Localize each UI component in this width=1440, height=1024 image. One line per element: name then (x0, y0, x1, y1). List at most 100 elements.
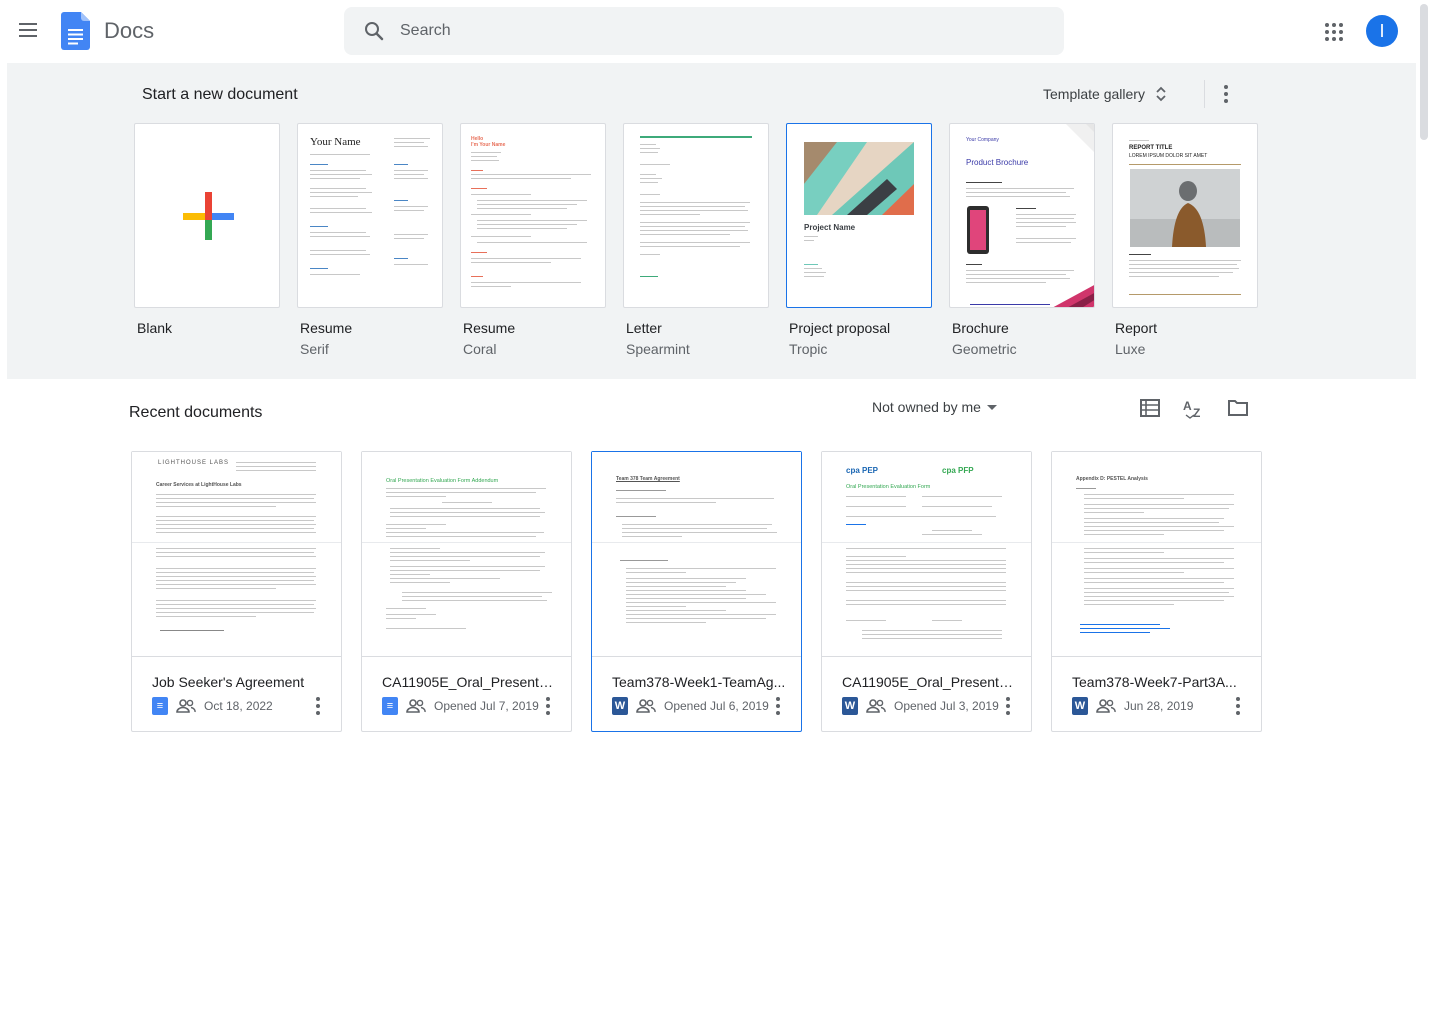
start-new-doc-title: Start a new document (142, 86, 298, 103)
template-thumbnail[interactable] (623, 123, 769, 308)
shared-people-icon (866, 699, 886, 713)
app-title[interactable]: Docs (104, 18, 154, 44)
template-thumbnail[interactable]: Hello I'm Your Name (460, 123, 606, 308)
word-file-icon: W (842, 697, 858, 715)
template-gallery-label: Template gallery (1043, 86, 1145, 102)
doc-date: Opened Jul 7, 2019 (434, 699, 539, 713)
doc-preview: Oral Presentation Evaluation Form Addend… (362, 452, 571, 657)
doc-date: Jun 28, 2019 (1124, 699, 1194, 713)
template-subtitle (137, 341, 280, 358)
template-panel: Start a new document Template gallery Bl… (7, 63, 1416, 379)
google-doc-file-icon: ≡ (382, 697, 398, 715)
template-name: Brochure (952, 320, 1009, 336)
template-subtitle: Luxe (1115, 341, 1146, 357)
recent-doc-card[interactable]: cpa PEP cpa PFP Oral Presentation Evalua… (821, 451, 1032, 732)
recent-doc-card[interactable]: Appendix D: PESTEL Analysis Team378-Week… (1051, 451, 1262, 732)
page-scrollbar[interactable] (1420, 4, 1428, 140)
report-photo (1130, 169, 1240, 247)
tropic-artwork (804, 142, 914, 215)
doc-meta: W Opened Jul 3, 2019 (842, 697, 999, 715)
template-name: Resume (300, 320, 353, 336)
doc-meta: ≡ Oct 18, 2022 (152, 697, 273, 715)
template-subtitle: Coral (463, 341, 497, 357)
doc-preview: Appendix D: PESTEL Analysis (1052, 452, 1261, 657)
recent-doc-card[interactable]: Oral Presentation Evaluation Form Addend… (361, 451, 572, 732)
preview-heading: Team 378 Team Agreement (616, 476, 680, 482)
doc-date: Opened Jul 3, 2019 (894, 699, 999, 713)
preview-heading: Oral Presentation Evaluation Form Addend… (386, 478, 499, 484)
doc-title: Team378-Week1-TeamAg... (612, 674, 786, 690)
search-icon[interactable] (362, 19, 386, 43)
word-file-icon: W (1072, 697, 1088, 715)
owner-filter-dropdown[interactable]: Not owned by me (872, 399, 997, 415)
search-input[interactable] (400, 7, 1040, 55)
template-project-proposal-tropic[interactable]: Project Name Project proposal Tropic (786, 123, 932, 358)
doc-more-icon[interactable] (538, 696, 558, 716)
template-name: Resume (463, 320, 516, 336)
doc-more-icon[interactable] (998, 696, 1018, 716)
doc-more-icon[interactable] (308, 696, 328, 716)
doc-preview: LIGHTHOUSE LABS Career Services at Light… (132, 452, 341, 657)
preview-subtitle: LOREM IPSUM DOLOR SIT AMET (1129, 153, 1208, 159)
search-bar[interactable] (344, 7, 1064, 55)
brochure-artwork (967, 124, 1094, 307)
template-resume-coral[interactable]: Hello I'm Your Name Resume Coral (460, 123, 606, 358)
account-avatar[interactable]: I (1366, 15, 1398, 47)
template-gallery-button[interactable]: Template gallery (1043, 81, 1167, 107)
template-more-icon[interactable] (1216, 84, 1236, 104)
template-thumbnail[interactable]: Your Company Product Brochure (949, 123, 1095, 308)
doc-more-icon[interactable] (768, 696, 788, 716)
doc-date: Oct 18, 2022 (204, 699, 273, 713)
template-subtitle: Spearmint (626, 341, 690, 357)
preview-title: Your Name (310, 136, 361, 148)
template-subtitle: Geometric (952, 341, 1017, 357)
shared-people-icon (176, 699, 196, 713)
doc-title: CA11905E_Oral_Presenta... (842, 674, 1017, 690)
template-thumbnail[interactable]: Project Name (786, 123, 932, 308)
template-thumbnail[interactable]: Your Name (297, 123, 443, 308)
caret-down-icon (986, 404, 997, 410)
google-apps-icon[interactable] (1322, 20, 1346, 44)
shared-people-icon (636, 699, 656, 713)
preview-heading: Oral Presentation Evaluation Form (846, 484, 931, 490)
preview-kicker: Your Company (966, 137, 999, 143)
doc-title: CA11905E_Oral_Presenta... (382, 674, 557, 690)
template-name: Blank (137, 320, 173, 336)
unfold-icon (1156, 86, 1166, 102)
doc-meta: W Jun 28, 2019 (1072, 697, 1193, 715)
template-subtitle: Serif (300, 341, 329, 357)
preview-heading: Appendix D: PESTEL Analysis (1076, 476, 1148, 482)
preview-logo: LIGHTHOUSE LABS (158, 460, 230, 466)
doc-date: Opened Jul 6, 2019 (664, 699, 769, 713)
doc-title: Job Seeker's Agreement (152, 674, 305, 690)
folder-icon[interactable] (1226, 396, 1250, 420)
view-controls: A Z (1138, 396, 1250, 420)
svg-text:A: A (1183, 399, 1192, 413)
doc-more-icon[interactable] (1228, 696, 1248, 716)
template-letter-spearmint[interactable]: Letter Spearmint (623, 123, 769, 358)
list-view-icon[interactable] (1138, 396, 1162, 420)
template-resume-serif[interactable]: Your Name Resume Serif (297, 123, 443, 358)
plus-icon (183, 192, 234, 240)
template-name: Letter (626, 320, 662, 336)
template-report-luxe[interactable]: REPORT TITLE LOREM IPSUM DOLOR SIT AMET … (1112, 123, 1258, 358)
recent-doc-card[interactable]: LIGHTHOUSE LABS Career Services at Light… (131, 451, 342, 732)
template-brochure-geometric[interactable]: Your Company Product Brochure Brochure G… (949, 123, 1095, 358)
google-doc-file-icon: ≡ (152, 697, 168, 715)
recent-doc-card[interactable]: Team 378 Team Agreement Team378-Week1-Te… (591, 451, 802, 732)
template-thumbnail[interactable] (134, 123, 280, 308)
main-menu-icon[interactable] (12, 14, 44, 46)
preview-heading: Career Services at LightHouse Labs (156, 482, 242, 488)
doc-preview: cpa PEP cpa PFP Oral Presentation Evalua… (822, 452, 1031, 657)
owner-filter-label: Not owned by me (872, 399, 981, 415)
template-thumbnail[interactable]: REPORT TITLE LOREM IPSUM DOLOR SIT AMET (1112, 123, 1258, 308)
preview-title: Project Name (804, 223, 856, 232)
docs-logo-icon[interactable] (61, 12, 90, 50)
template-name: Report (1115, 320, 1158, 336)
doc-preview: Team 378 Team Agreement (592, 452, 801, 657)
sort-az-icon[interactable]: A Z (1182, 396, 1206, 420)
preview-title: Hello I'm Your Name (471, 136, 506, 148)
preview-title: REPORT TITLE (1129, 145, 1173, 151)
top-bar: Docs I (0, 0, 1440, 64)
template-blank[interactable]: Blank (134, 123, 280, 358)
